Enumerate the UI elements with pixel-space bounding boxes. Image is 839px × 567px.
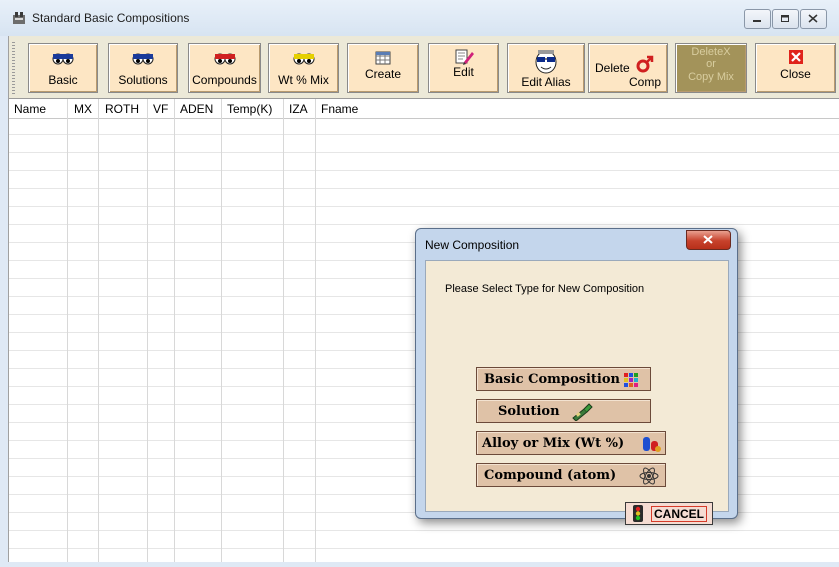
create-button[interactable]: Create <box>347 43 419 93</box>
column-header-roth[interactable]: ROTH <box>105 102 139 116</box>
cylinders-icon <box>643 437 661 452</box>
column-header-fname[interactable]: Fname <box>321 102 358 116</box>
maximize-icon <box>781 15 789 22</box>
window-bottom-border <box>8 562 839 567</box>
column-header-aden[interactable]: ADEN <box>180 102 213 116</box>
delete-comp-button[interactable]: Delete Comp <box>588 43 668 93</box>
minimize-button[interactable] <box>744 9 771 29</box>
dialog-close-button[interactable] <box>686 230 731 250</box>
atom-icon <box>639 467 659 485</box>
disguise-face-icon <box>535 50 557 74</box>
basic-composition-label: Basic Composition <box>484 372 620 387</box>
maximize-button[interactable] <box>772 9 799 29</box>
basic-button[interactable]: Basic <box>28 43 98 93</box>
cancel-label: CANCEL <box>651 506 707 522</box>
dialog-prompt: Please Select Type for New Composition <box>445 283 645 295</box>
delete-copy-label-2: or <box>706 58 716 70</box>
grid-header: Name MX ROTH VF ADEN Temp(K) IZA Fname <box>9 99 839 119</box>
create-label: Create <box>364 67 402 81</box>
wt-mix-button[interactable]: Wt % Mix <box>268 43 339 93</box>
bottle-icon <box>572 403 593 421</box>
alloy-mix-button[interactable]: Alloy or Mix (Wt %) <box>476 431 666 455</box>
alloy-mix-label: Alloy or Mix (Wt %) <box>482 436 625 451</box>
dialog-body: Please Select Type for New Composition B… <box>425 260 729 525</box>
cancel-button[interactable]: CANCEL <box>625 502 713 525</box>
eyes-icon <box>132 53 154 65</box>
close-red-icon <box>788 50 803 64</box>
traffic-light-icon <box>633 505 643 522</box>
wt-mix-label: Wt % Mix <box>278 73 329 87</box>
basic-composition-button[interactable]: Basic Composition <box>476 367 651 391</box>
minimize-icon <box>753 20 761 22</box>
delete-copy-mix-button[interactable]: DeleteX or Copy Mix <box>675 43 747 93</box>
app-icon <box>13 12 25 24</box>
edit-pencil-icon <box>455 49 474 65</box>
table-icon <box>375 51 391 65</box>
close-icon <box>808 14 818 23</box>
edit-button[interactable]: Edit <box>428 43 499 93</box>
delete-copy-label-1: DeleteX <box>691 46 731 58</box>
column-header-vf[interactable]: VF <box>153 102 168 116</box>
delete-comp-sublabel: Comp <box>628 75 661 89</box>
male-symbol-icon <box>636 55 654 73</box>
toolbar-grip[interactable] <box>12 42 15 94</box>
column-header-mx[interactable]: MX <box>74 102 92 116</box>
solution-button[interactable]: Solution <box>476 399 651 423</box>
compounds-label: Compounds <box>192 73 257 87</box>
column-header-temp[interactable]: Temp(K) <box>227 102 272 116</box>
compounds-button[interactable]: Compounds <box>188 43 261 93</box>
close-button[interactable]: Close <box>755 43 836 93</box>
basic-label: Basic <box>48 73 78 87</box>
toolbar: Basic Solutions Compounds Wt % Mix Creat… <box>9 36 839 99</box>
edit-alias-label: Edit Alias <box>521 75 571 89</box>
eyes-icon <box>214 53 235 65</box>
delete-copy-label-3: Copy Mix <box>688 71 734 83</box>
dialog-title: New Composition <box>425 238 520 252</box>
compound-atom-label: Compound (atom) <box>484 468 617 483</box>
close-window-button[interactable] <box>800 9 827 29</box>
eyes-icon <box>293 53 314 65</box>
close-label: Close <box>780 67 811 81</box>
column-header-iza[interactable]: IZA <box>289 102 308 116</box>
window-title: Standard Basic Compositions <box>32 11 190 25</box>
color-grid-icon <box>624 373 638 387</box>
solutions-label: Solutions <box>118 73 168 87</box>
edit-label: Edit <box>453 65 474 79</box>
title-bar: Standard Basic Compositions <box>0 0 839 36</box>
column-header-name[interactable]: Name <box>14 102 46 116</box>
solution-label: Solution <box>498 404 560 419</box>
new-composition-dialog: New Composition Please Select Type for N… <box>415 228 738 525</box>
eyes-icon <box>52 53 74 65</box>
solutions-button[interactable]: Solutions <box>108 43 178 93</box>
delete-comp-label: Delete <box>595 61 630 75</box>
edit-alias-button[interactable]: Edit Alias <box>507 43 585 93</box>
compound-atom-button[interactable]: Compound (atom) <box>476 463 666 487</box>
close-icon <box>703 235 713 244</box>
